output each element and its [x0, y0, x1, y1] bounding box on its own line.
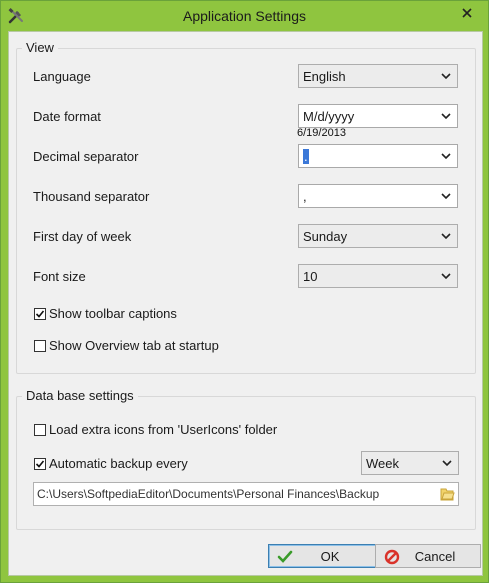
backup-path-field[interactable]: C:\Users\SoftpediaEditor\Documents\Perso… — [33, 482, 459, 506]
date-format-value: M/d/yyyy — [303, 109, 355, 124]
backup-path-value: C:\Users\SoftpediaEditor\Documents\Perso… — [37, 487, 380, 501]
chevron-down-icon — [441, 193, 451, 200]
view-group-title: View — [22, 40, 58, 55]
close-icon — [462, 8, 472, 18]
thousand-separator-label: Thousand separator — [33, 189, 150, 204]
language-label: Language — [33, 69, 91, 84]
decimal-separator-select[interactable]: . — [298, 144, 458, 168]
thousand-separator-select[interactable]: , — [298, 184, 458, 208]
font-size-select[interactable]: 10 — [298, 264, 458, 288]
first-day-label: First day of week — [33, 229, 132, 244]
first-day-value: Sunday — [303, 229, 348, 244]
window-title: Application Settings — [183, 8, 306, 24]
database-group-title: Data base settings — [22, 388, 138, 403]
chevron-down-icon — [441, 233, 451, 240]
font-size-label: Font size — [33, 269, 86, 284]
checkmark-icon — [35, 459, 45, 468]
backup-interval-value: Week — [366, 456, 399, 471]
chevron-down-icon — [441, 273, 451, 280]
show-toolbar-captions-checkbox[interactable]: Show toolbar captions — [34, 306, 177, 321]
thousand-separator-value: , — [303, 189, 307, 204]
checkmark-icon — [277, 550, 293, 563]
font-size-value: 10 — [303, 269, 318, 284]
checkbox-unchecked[interactable] — [34, 423, 46, 436]
load-icons-label: Load extra icons from 'UserIcons' folder — [49, 422, 278, 437]
ok-button[interactable]: OK — [268, 544, 392, 568]
language-value: English — [303, 69, 346, 84]
first-day-select[interactable]: Sunday — [298, 224, 458, 248]
dialog-body: View Language English Date format M/d/yy… — [8, 31, 483, 576]
cancel-button[interactable]: Cancel — [375, 544, 481, 568]
chevron-down-icon — [441, 73, 451, 80]
date-format-label: Date format — [33, 109, 101, 124]
decimal-separator-value: . — [303, 149, 309, 164]
checkmark-icon — [35, 309, 45, 318]
cancel-icon — [384, 549, 400, 565]
load-icons-checkbox[interactable]: Load extra icons from 'UserIcons' folder — [34, 422, 277, 437]
chevron-down-icon — [441, 113, 451, 120]
checkbox-checked[interactable] — [34, 307, 46, 320]
decimal-separator-label: Decimal separator — [33, 149, 139, 164]
auto-backup-label: Automatic backup every — [49, 456, 188, 471]
folder-icon[interactable] — [439, 486, 455, 502]
chevron-down-icon — [441, 153, 451, 160]
show-toolbar-captions-label: Show toolbar captions — [49, 306, 177, 321]
close-button[interactable] — [452, 2, 482, 24]
view-group: View — [16, 40, 476, 374]
auto-backup-checkbox[interactable]: Automatic backup every — [34, 456, 188, 471]
chevron-down-icon — [442, 460, 452, 467]
settings-window: Application Settings View Language Engli… — [0, 0, 489, 583]
title-bar[interactable]: Application Settings — [1, 1, 488, 31]
show-overview-label: Show Overview tab at startup — [49, 338, 219, 353]
language-select[interactable]: English — [298, 64, 458, 88]
checkbox-unchecked[interactable] — [34, 339, 46, 352]
backup-interval-select[interactable]: Week — [361, 451, 459, 475]
date-format-preview: 6/19/2013 — [297, 127, 346, 139]
checkbox-checked[interactable] — [34, 457, 46, 470]
show-overview-checkbox[interactable]: Show Overview tab at startup — [34, 338, 219, 353]
date-format-select[interactable]: M/d/yyyy — [298, 104, 458, 128]
